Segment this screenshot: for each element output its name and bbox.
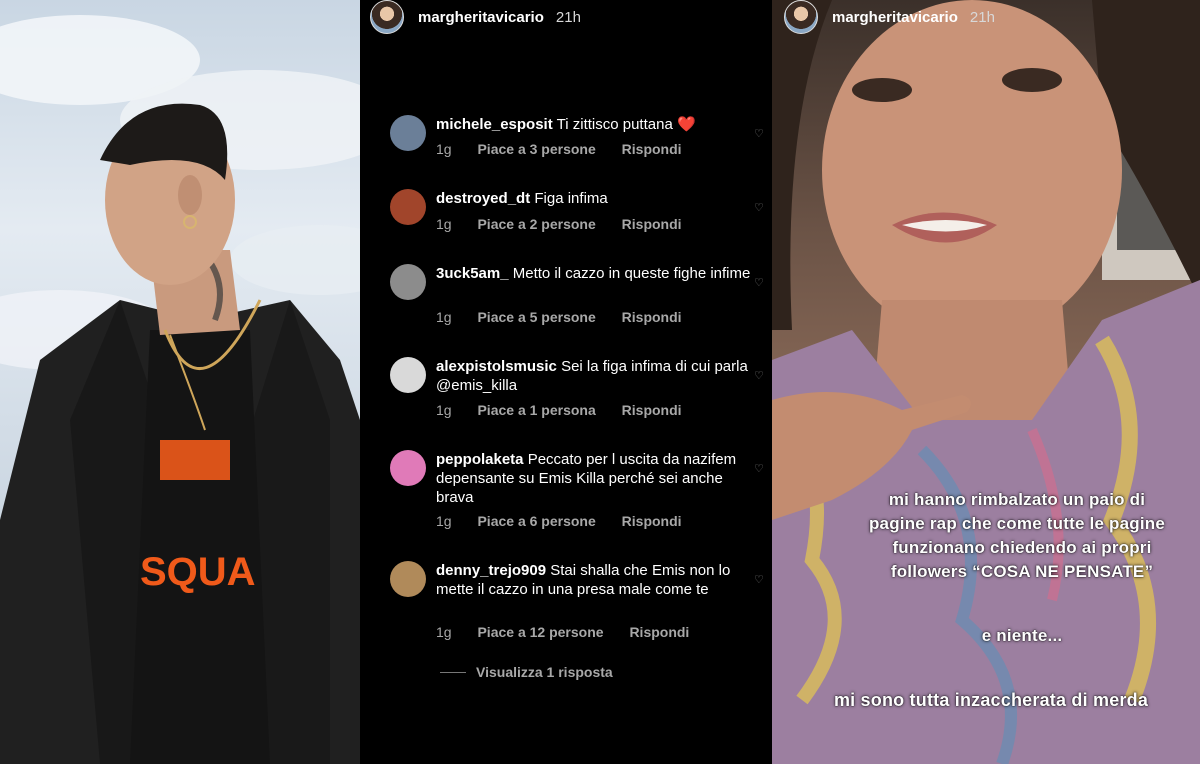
comment-username[interactable]: michele_esposit: [436, 116, 553, 133]
man-portrait-illustration: SQUA: [0, 15, 360, 764]
reply-button[interactable]: Rispondi: [622, 402, 682, 418]
comment-text: Ti zittisco puttana ❤️: [556, 116, 696, 133]
shirt-text: SQUA: [140, 550, 256, 594]
like-heart-icon[interactable]: ♡: [754, 201, 764, 214]
avatar[interactable]: [370, 0, 404, 34]
like-heart-icon[interactable]: ♡: [754, 369, 764, 382]
woman-selfie-illustration: [772, 0, 1200, 764]
like-heart-icon[interactable]: ♡: [754, 276, 764, 289]
comment-age: 1g: [436, 402, 452, 418]
comment-body: peppolaketa Peccato per l uscita da nazi…: [436, 450, 756, 507]
comment-body: destroyed_dt Figa infima: [436, 189, 756, 208]
overlay-caption-line: followers “COSA NE PENSATE”: [890, 562, 1154, 581]
overlay-caption-line: pagine rap che come tutte le pagine: [868, 514, 1166, 533]
story-time: 21h: [555, 8, 581, 26]
comment-meta: 1g Piace a 3 persone Rispondi: [436, 141, 704, 157]
comment-meta: 1g Piace a 12 persone Rispondi: [436, 624, 711, 640]
comment-body: denny_trejo909 Stai shalla che Emis non …: [436, 561, 756, 599]
avatar[interactable]: [784, 0, 818, 34]
avatar[interactable]: [390, 450, 426, 486]
comment-age: 1g: [436, 141, 452, 157]
comment-likes[interactable]: Piace a 2 persone: [477, 216, 595, 232]
overlay-caption-line: funzionano chiedendo ai propri: [892, 538, 1152, 557]
comment-username[interactable]: peppolaketa: [436, 451, 524, 468]
comment-age: 1g: [436, 309, 452, 325]
reply-button[interactable]: Rispondi: [622, 309, 682, 325]
comment-likes[interactable]: Piace a 5 persone: [477, 309, 595, 325]
comment-likes[interactable]: Piace a 1 persona: [477, 402, 595, 418]
story-username[interactable]: margheritavicario: [418, 9, 544, 26]
comment-username[interactable]: destroyed_dt: [436, 190, 530, 207]
view-replies-button[interactable]: Visualizza 1 risposta: [440, 664, 613, 680]
comments-panel: margheritavicario 21h michele_esposit Ti…: [360, 0, 772, 764]
view-replies-label: Visualizza 1 risposta: [476, 664, 613, 680]
reply-button[interactable]: Rispondi: [622, 141, 682, 157]
comment-username[interactable]: 3uck5am_: [436, 265, 509, 282]
comment-body: alexpistolsmusic Sei la figa infima di c…: [436, 357, 756, 395]
comment-username[interactable]: alexpistolsmusic: [436, 358, 557, 375]
overlay-caption-line: mi hanno rimbalzato un paio di: [888, 490, 1146, 509]
comment-meta: 1g Piace a 1 persona Rispondi: [436, 402, 704, 418]
comment-text: Figa infima: [534, 190, 608, 207]
avatar[interactable]: [390, 561, 426, 597]
avatar[interactable]: [390, 357, 426, 393]
story-video-panel: margheritavicario 21h mi hanno rimbalzat…: [772, 0, 1200, 764]
overlay-caption-line: mi sono tutta inzaccherata di merda: [833, 690, 1149, 710]
comment-meta: 1g Piace a 2 persone Rispondi: [436, 216, 704, 232]
reply-button[interactable]: Rispondi: [629, 624, 689, 640]
comment-age: 1g: [436, 624, 452, 640]
comment-age: 1g: [436, 513, 452, 529]
like-heart-icon[interactable]: ♡: [754, 127, 764, 140]
comment-username[interactable]: denny_trejo909: [436, 562, 546, 579]
comment-meta: 1g Piace a 6 persone Rispondi: [436, 513, 704, 529]
avatar[interactable]: [390, 115, 426, 151]
avatar[interactable]: [390, 264, 426, 300]
story-header: margheritavicario 21h: [784, 0, 995, 34]
story-header: margheritavicario 21h: [370, 0, 581, 34]
divider: [440, 671, 466, 673]
story-time: 21h: [969, 8, 995, 26]
reply-button[interactable]: Rispondi: [622, 513, 682, 529]
comment-body: 3uck5am_ Metto il cazzo in queste fighe …: [436, 264, 756, 283]
comment-body: michele_esposit Ti zittisco puttana ❤️: [436, 115, 756, 134]
comment-meta: 1g Piace a 5 persone Rispondi: [436, 309, 704, 325]
like-heart-icon[interactable]: ♡: [754, 462, 764, 475]
comment-text: Metto il cazzo in queste fighe infime: [512, 265, 751, 282]
story-username[interactable]: margheritavicario: [832, 9, 958, 26]
avatar[interactable]: [390, 189, 426, 225]
comment-likes[interactable]: Piace a 3 persone: [477, 141, 595, 157]
like-heart-icon[interactable]: ♡: [754, 573, 764, 586]
overlay-caption-line: e niente...: [981, 626, 1063, 645]
comment-likes[interactable]: Piace a 12 persone: [477, 624, 603, 640]
comment-age: 1g: [436, 216, 452, 232]
photo-panel: SQUA: [0, 0, 360, 764]
reply-button[interactable]: Rispondi: [622, 216, 682, 232]
comment-likes[interactable]: Piace a 6 persone: [477, 513, 595, 529]
